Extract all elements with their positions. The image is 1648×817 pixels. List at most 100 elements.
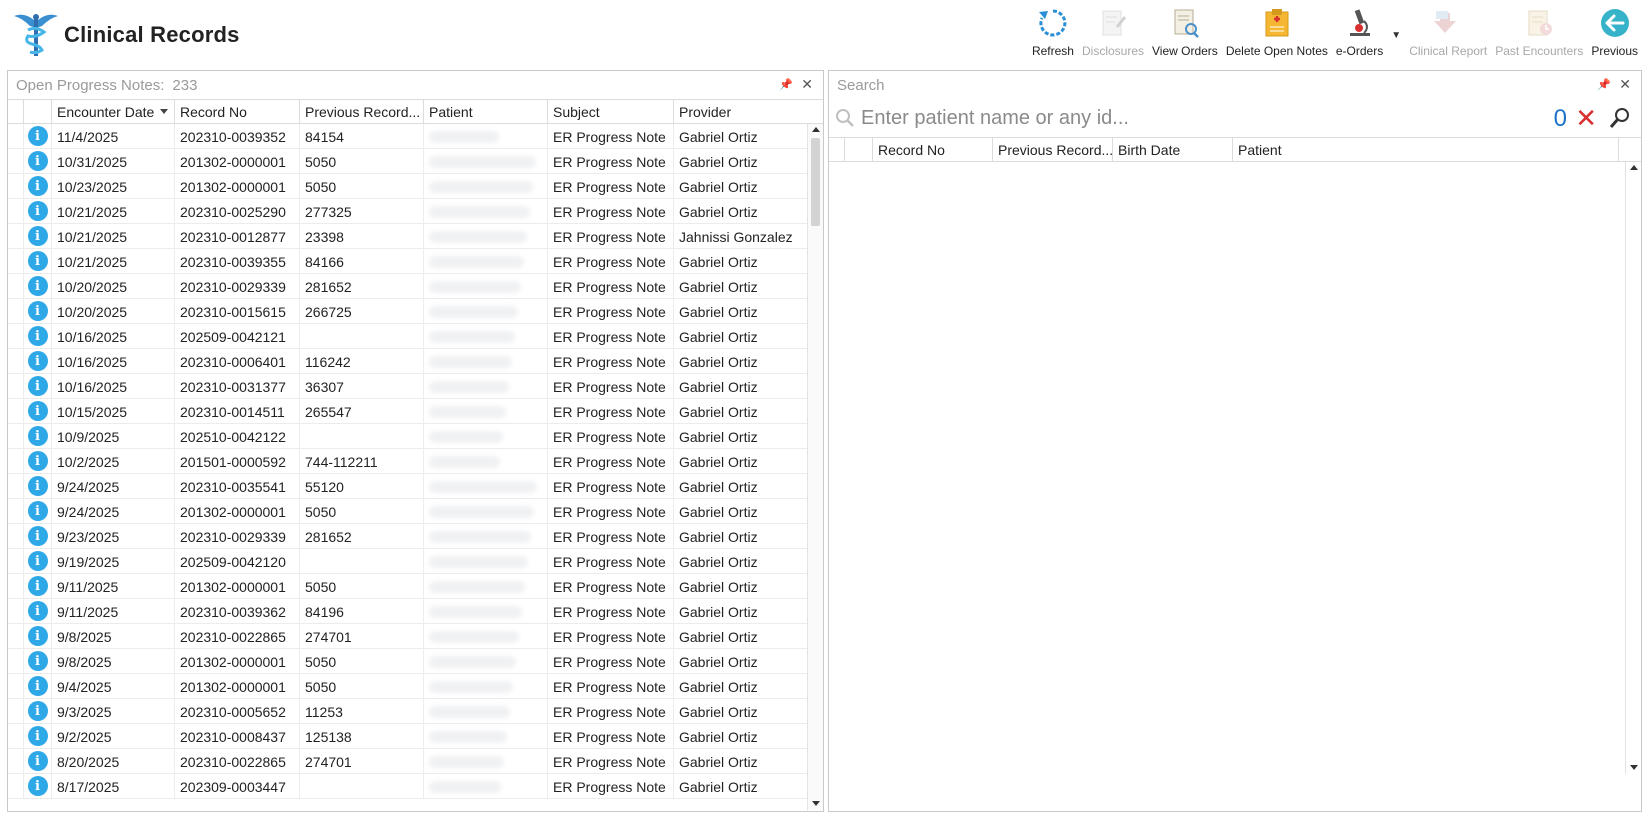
vertical-scrollbar[interactable]: [1625, 162, 1641, 774]
row-selector[interactable]: [8, 624, 24, 648]
close-icon[interactable]: ✕: [1619, 76, 1631, 93]
previous-button[interactable]: Previous: [1587, 6, 1642, 62]
info-cell[interactable]: i: [24, 774, 52, 798]
info-icon[interactable]: i: [27, 201, 48, 221]
table-row[interactable]: i 9/19/2025 202509-0042120 ER Progress Note…: [8, 549, 823, 574]
info-cell[interactable]: i: [24, 224, 52, 248]
table-row[interactable]: i 10/20/2025 202310-0029339 281652 ER Progre…: [8, 274, 823, 299]
info-cell[interactable]: i: [24, 624, 52, 648]
info-cell[interactable]: i: [24, 349, 52, 373]
info-icon[interactable]: i: [27, 276, 48, 296]
past-encounters-button[interactable]: Past Encounters: [1491, 6, 1587, 62]
info-icon[interactable]: i: [27, 351, 48, 371]
table-row[interactable]: i 9/11/2025 202310-0039362 84196 ER Progress…: [8, 599, 823, 624]
info-icon[interactable]: i: [27, 476, 48, 496]
info-icon[interactable]: i: [27, 376, 48, 396]
table-row[interactable]: i 10/21/2025 202310-0012877 23398 ER Progres…: [8, 224, 823, 249]
info-icon[interactable]: i: [27, 151, 48, 171]
info-cell[interactable]: i: [24, 299, 52, 323]
row-selector[interactable]: [8, 349, 24, 373]
column-header-subject[interactable]: Subject: [548, 100, 674, 123]
table-row[interactable]: i 9/3/2025 202310-0005652 11253 ER Progress …: [8, 699, 823, 724]
row-selector[interactable]: [8, 449, 24, 473]
info-cell[interactable]: i: [24, 274, 52, 298]
row-selector[interactable]: [8, 749, 24, 773]
info-cell[interactable]: i: [24, 699, 52, 723]
table-row[interactable]: i 10/16/2025 202310-0031377 36307 ER Progres…: [8, 374, 823, 399]
search-go-button[interactable]: [1609, 107, 1631, 132]
info-icon[interactable]: i: [27, 601, 48, 621]
info-cell[interactable]: i: [24, 374, 52, 398]
info-cell[interactable]: i: [24, 149, 52, 173]
scroll-down-icon[interactable]: [1630, 765, 1638, 770]
info-icon[interactable]: i: [27, 526, 48, 546]
info-cell[interactable]: i: [24, 599, 52, 623]
disclosures-button[interactable]: Disclosures: [1078, 6, 1148, 62]
row-selector[interactable]: [8, 374, 24, 398]
info-cell[interactable]: i: [24, 449, 52, 473]
table-row[interactable]: i 9/4/2025 201302-0000001 5050 ER Progress N…: [8, 674, 823, 699]
column-header-record-no[interactable]: Record No: [175, 100, 300, 123]
row-selector[interactable]: [8, 399, 24, 423]
table-row[interactable]: i 10/31/2025 201302-0000001 5050 ER Progress…: [8, 149, 823, 174]
scroll-down-icon[interactable]: [812, 801, 820, 806]
row-selector[interactable]: [8, 199, 24, 223]
refresh-button[interactable]: Refresh: [1028, 6, 1078, 62]
scroll-thumb[interactable]: [811, 138, 820, 226]
row-selector[interactable]: [8, 124, 24, 148]
info-cell[interactable]: i: [24, 199, 52, 223]
table-row[interactable]: i 10/23/2025 201302-0000001 5050 ER Progress…: [8, 174, 823, 199]
search-input[interactable]: [861, 106, 1461, 130]
pin-icon[interactable]: 📌: [779, 78, 793, 91]
info-cell[interactable]: i: [24, 174, 52, 198]
table-row[interactable]: i 9/24/2025 202310-0035541 55120 ER Progress…: [8, 474, 823, 499]
close-icon[interactable]: ✕: [801, 76, 813, 93]
info-icon[interactable]: i: [27, 301, 48, 321]
table-row[interactable]: i 10/21/2025 202310-0039355 84166 ER Progres…: [8, 249, 823, 274]
info-cell[interactable]: i: [24, 724, 52, 748]
column-header-birth-date[interactable]: Birth Date: [1113, 138, 1233, 161]
row-selector[interactable]: [8, 224, 24, 248]
row-selector[interactable]: [8, 249, 24, 273]
row-selector[interactable]: [8, 149, 24, 173]
info-icon[interactable]: i: [27, 451, 48, 471]
info-icon[interactable]: i: [27, 501, 48, 521]
row-selector-header[interactable]: [8, 100, 24, 123]
row-selector[interactable]: [8, 324, 24, 348]
table-row[interactable]: i 9/11/2025 201302-0000001 5050 ER Progress …: [8, 574, 823, 599]
info-icon[interactable]: i: [27, 226, 48, 246]
e-orders-button[interactable]: e-Orders: [1332, 6, 1387, 62]
table-row[interactable]: i 9/2/2025 202310-0008437 125138 ER Progress…: [8, 724, 823, 749]
info-cell[interactable]: i: [24, 674, 52, 698]
row-selector[interactable]: [8, 274, 24, 298]
column-header-record-no[interactable]: Record No: [873, 138, 993, 161]
e-orders-dropdown-caret[interactable]: ▼: [1387, 6, 1405, 62]
info-icon[interactable]: i: [27, 701, 48, 721]
info-icon[interactable]: i: [27, 176, 48, 196]
row-selector[interactable]: [8, 674, 24, 698]
row-selector[interactable]: [8, 299, 24, 323]
column-header-previous-record[interactable]: Previous Record...: [993, 138, 1113, 161]
row-selector[interactable]: [8, 699, 24, 723]
table-row[interactable]: i 8/17/2025 202309-0003447 ER Progress Note…: [8, 774, 823, 799]
info-icon[interactable]: i: [27, 726, 48, 746]
table-row[interactable]: i 10/15/2025 202310-0014511 265547 ER Progre…: [8, 399, 823, 424]
info-icon[interactable]: i: [27, 676, 48, 696]
info-cell[interactable]: i: [24, 649, 52, 673]
info-cell[interactable]: i: [24, 424, 52, 448]
scroll-up-icon[interactable]: [1630, 165, 1638, 170]
info-icon[interactable]: i: [27, 401, 48, 421]
row-selector[interactable]: [8, 174, 24, 198]
info-cell[interactable]: i: [24, 749, 52, 773]
table-row[interactable]: i 10/9/2025 202510-0042122 ER Progress Note…: [8, 424, 823, 449]
clear-search-icon[interactable]: ✕: [1575, 103, 1597, 134]
row-selector[interactable]: [8, 474, 24, 498]
info-icon[interactable]: i: [27, 651, 48, 671]
row-selector[interactable]: [8, 524, 24, 548]
table-row[interactable]: i 9/24/2025 201302-0000001 5050 ER Progress …: [8, 499, 823, 524]
vertical-scrollbar[interactable]: [807, 124, 823, 810]
row-selector[interactable]: [8, 574, 24, 598]
row-selector[interactable]: [8, 724, 24, 748]
row-selector[interactable]: [8, 774, 24, 798]
info-cell[interactable]: i: [24, 324, 52, 348]
